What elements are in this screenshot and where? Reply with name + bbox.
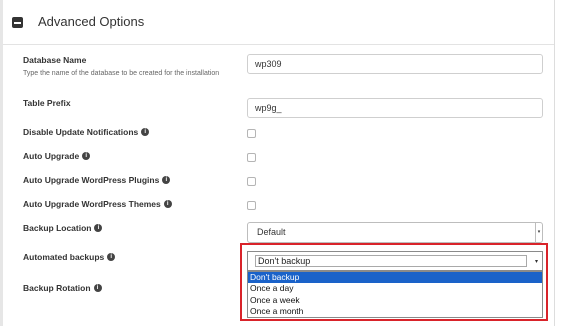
database-name-label-text: Database Name <box>23 55 87 65</box>
backup-location-text: Backup Location <box>23 223 92 233</box>
info-icon[interactable]: i <box>141 128 150 136</box>
chevron-down-icon[interactable]: ▾ <box>535 223 542 242</box>
option-once-a-week[interactable]: Once a week <box>248 295 542 306</box>
backup-location-select[interactable]: Default ▾ <box>247 222 543 243</box>
auto-upgrade-themes-checkbox[interactable] <box>247 201 256 210</box>
info-icon[interactable]: i <box>82 152 91 160</box>
database-name-description: Type the name of the database to be crea… <box>23 70 220 77</box>
advanced-options-header[interactable]: Advanced Options <box>3 0 554 45</box>
chevron-down-icon[interactable]: ▾ <box>532 253 541 269</box>
info-icon[interactable]: i <box>107 253 116 261</box>
option-once-a-day[interactable]: Once a day <box>248 283 542 294</box>
disable-update-notifications-text: Disable Update Notifications <box>23 127 139 137</box>
left-frame-border <box>0 0 3 326</box>
info-icon[interactable]: i <box>163 200 172 208</box>
auto-upgrade-themes-label: Auto Upgrade WordPress Themes i <box>23 199 172 209</box>
database-name-label: Database Name <box>23 55 86 65</box>
auto-upgrade-plugins-checkbox[interactable] <box>247 177 256 186</box>
automated-backups-label: Automated backups i <box>23 252 116 262</box>
disable-update-notifications-label: Disable Update Notifications i <box>23 127 150 137</box>
option-once-a-month[interactable]: Once a month <box>248 306 542 317</box>
backup-location-value: Default <box>257 227 286 237</box>
info-icon[interactable]: i <box>94 224 103 232</box>
disable-update-notifications-checkbox[interactable] <box>247 129 256 138</box>
section-title: Advanced Options <box>38 14 145 29</box>
backup-rotation-label: Backup Rotation i <box>23 283 102 293</box>
table-prefix-label-text: Table Prefix <box>23 98 71 108</box>
database-name-input[interactable]: wp309 <box>247 54 543 74</box>
backup-location-label: Backup Location i <box>23 223 103 233</box>
automated-backups-select[interactable]: Don't backup ▾ <box>247 251 543 271</box>
automated-backups-value: Don't backup <box>255 255 527 267</box>
auto-upgrade-plugins-text: Auto Upgrade WordPress Plugins <box>23 175 160 185</box>
auto-upgrade-themes-text: Auto Upgrade WordPress Themes <box>23 199 161 209</box>
collapse-icon[interactable] <box>12 17 23 28</box>
right-frame-border <box>554 0 555 326</box>
table-prefix-input[interactable]: wp9g_ <box>247 98 543 118</box>
auto-upgrade-plugins-label: Auto Upgrade WordPress Plugins i <box>23 175 171 185</box>
info-icon[interactable]: i <box>93 284 102 292</box>
auto-upgrade-text: Auto Upgrade <box>23 151 80 161</box>
automated-backups-options: Don't backup Once a day Once a week Once… <box>247 271 543 318</box>
table-prefix-label: Table Prefix <box>23 98 71 108</box>
auto-upgrade-checkbox[interactable] <box>247 153 256 162</box>
automated-backups-text: Automated backups <box>23 252 105 262</box>
auto-upgrade-label: Auto Upgrade i <box>23 151 91 161</box>
option-dont-backup[interactable]: Don't backup <box>248 272 542 284</box>
backup-rotation-text: Backup Rotation <box>23 283 91 293</box>
info-icon[interactable]: i <box>162 176 171 184</box>
